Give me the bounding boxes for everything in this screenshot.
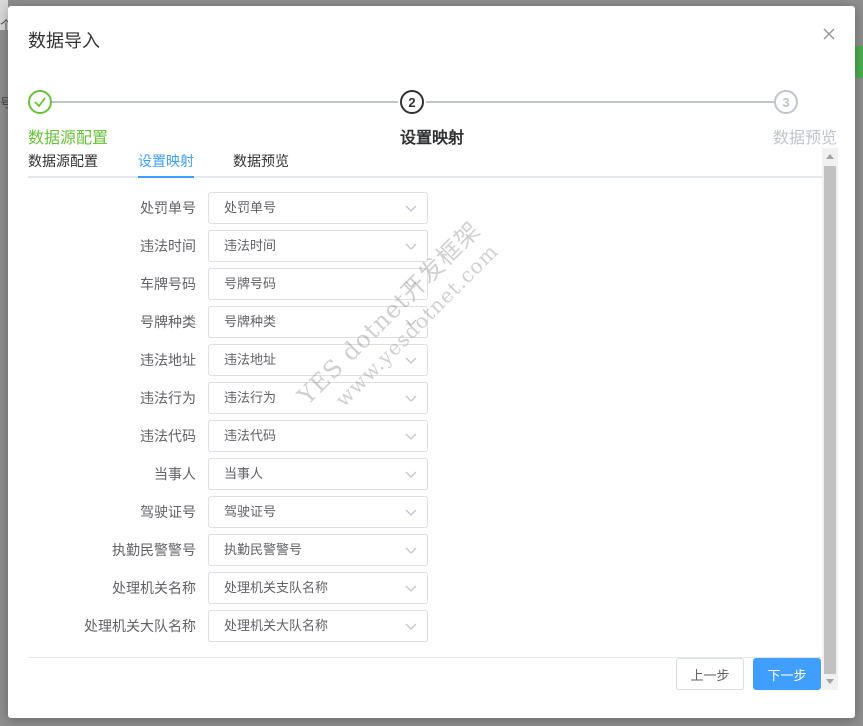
scroll-up-icon[interactable] bbox=[822, 148, 838, 164]
vertical-scrollbar[interactable] bbox=[822, 148, 838, 690]
step-3-circle: 3 bbox=[774, 90, 798, 114]
step-2-label: 设置映射 bbox=[400, 130, 465, 147]
select-value: 违法行为 bbox=[224, 390, 277, 405]
mapping-row: 车牌号码 号牌号码 bbox=[28, 268, 808, 306]
chevron-down-icon bbox=[405, 205, 417, 212]
mapping-row: 号牌种类 号牌种类 bbox=[28, 306, 808, 344]
select-value: 违法时间 bbox=[224, 238, 277, 253]
field-label: 违法时间 bbox=[140, 238, 196, 254]
check-icon bbox=[34, 97, 46, 108]
mapping-select[interactable]: 处理机关大队名称 bbox=[208, 610, 428, 642]
mapping-row: 处罚单号 处罚单号 bbox=[28, 192, 808, 230]
select-value: 处罚单号 bbox=[224, 200, 277, 215]
dialog-title: 数据导入 bbox=[28, 31, 100, 51]
field-label: 处罚单号 bbox=[140, 200, 196, 216]
mapping-row: 违法地址 违法地址 bbox=[28, 344, 808, 382]
mapping-select[interactable]: 号牌种类 bbox=[208, 306, 428, 338]
mapping-row: 驾驶证号 驾驶证号 bbox=[28, 496, 808, 534]
chevron-down-icon bbox=[405, 243, 417, 250]
background-edge-text: 个 bbox=[0, 18, 8, 32]
select-value: 当事人 bbox=[224, 466, 264, 481]
mapping-row: 当事人 当事人 bbox=[28, 458, 808, 496]
chevron-down-icon bbox=[405, 395, 417, 402]
step-connector bbox=[52, 101, 398, 103]
select-value: 号牌号码 bbox=[224, 276, 277, 291]
chevron-down-icon bbox=[405, 357, 417, 364]
tab-bar: 数据源配置 设置映射 数据预览 bbox=[28, 146, 822, 178]
mapping-select[interactable]: 违法时间 bbox=[208, 230, 428, 262]
select-value: 违法地址 bbox=[224, 352, 277, 367]
step-3-label: 数据预览 bbox=[773, 130, 838, 147]
mapping-select[interactable]: 执勤民警警号 bbox=[208, 534, 428, 566]
background-green-button bbox=[855, 46, 863, 78]
field-label: 号牌种类 bbox=[140, 314, 196, 330]
scroll-thumb[interactable] bbox=[824, 166, 836, 674]
step-connector bbox=[426, 101, 774, 103]
field-label: 处理机关大队名称 bbox=[84, 618, 196, 634]
mapping-form: 处罚单号 处罚单号 违法时间 违法时间 车牌号码 号牌号码 号牌种类 号牌种类 bbox=[28, 192, 808, 648]
step-1-circle bbox=[28, 90, 52, 114]
mapping-row: 处理机关名称 处理机关支队名称 bbox=[28, 572, 808, 610]
tab-preview[interactable]: 数据预览 bbox=[233, 151, 289, 171]
select-value: 号牌种类 bbox=[224, 314, 277, 329]
mapping-select[interactable]: 当事人 bbox=[208, 458, 428, 490]
import-dialog: 数据导入 2 3 数据源配置 设置映射 数据预览 数据源配置 设置映射 数据预览… bbox=[8, 6, 855, 718]
mapping-row: 违法时间 违法时间 bbox=[28, 230, 808, 268]
chevron-down-icon bbox=[405, 547, 417, 554]
next-step-button[interactable]: 下一步 bbox=[753, 658, 821, 690]
mapping-row: 违法代码 违法代码 bbox=[28, 420, 808, 458]
field-label: 车牌号码 bbox=[140, 276, 196, 292]
field-label: 驾驶证号 bbox=[140, 504, 196, 520]
mapping-select[interactable]: 号牌号码 bbox=[208, 268, 428, 300]
mapping-select[interactable]: 违法行为 bbox=[208, 382, 428, 414]
chevron-down-icon bbox=[405, 281, 417, 288]
select-value: 处理机关支队名称 bbox=[224, 580, 329, 595]
mapping-row: 处理机关大队名称 处理机关大队名称 bbox=[28, 610, 808, 648]
mapping-select[interactable]: 违法地址 bbox=[208, 344, 428, 376]
field-label: 处理机关名称 bbox=[112, 580, 196, 596]
step-1-label: 数据源配置 bbox=[28, 130, 109, 147]
select-value: 违法代码 bbox=[224, 428, 277, 443]
mapping-select[interactable]: 驾驶证号 bbox=[208, 496, 428, 528]
mapping-row: 违法行为 违法行为 bbox=[28, 382, 808, 420]
mapping-row: 执勤民警警号 执勤民警警号 bbox=[28, 534, 808, 572]
chevron-down-icon bbox=[405, 433, 417, 440]
tab-datasource[interactable]: 数据源配置 bbox=[28, 151, 98, 171]
prev-step-button[interactable]: 上一步 bbox=[676, 658, 744, 690]
scroll-down-icon[interactable] bbox=[822, 674, 838, 690]
select-value: 执勤民警警号 bbox=[224, 542, 303, 557]
close-icon[interactable] bbox=[821, 26, 837, 42]
chevron-down-icon bbox=[405, 623, 417, 630]
mapping-select[interactable]: 处罚单号 bbox=[208, 192, 428, 224]
field-label: 违法代码 bbox=[140, 428, 196, 444]
select-value: 驾驶证号 bbox=[224, 504, 277, 519]
background-edge-text: 号 bbox=[0, 96, 8, 110]
step-2-circle: 2 bbox=[400, 90, 424, 114]
tab-active-indicator bbox=[138, 176, 194, 178]
chevron-down-icon bbox=[405, 471, 417, 478]
select-value: 处理机关大队名称 bbox=[224, 618, 329, 633]
chevron-down-icon bbox=[405, 319, 417, 326]
mapping-select[interactable]: 违法代码 bbox=[208, 420, 428, 452]
chevron-down-icon bbox=[405, 585, 417, 592]
mapping-select[interactable]: 处理机关支队名称 bbox=[208, 572, 428, 604]
chevron-down-icon bbox=[405, 509, 417, 516]
field-label: 违法行为 bbox=[140, 390, 196, 406]
field-label: 执勤民警警号 bbox=[112, 542, 196, 558]
field-label: 违法地址 bbox=[140, 352, 196, 368]
tab-mapping[interactable]: 设置映射 bbox=[138, 151, 194, 171]
field-label: 当事人 bbox=[154, 466, 196, 482]
